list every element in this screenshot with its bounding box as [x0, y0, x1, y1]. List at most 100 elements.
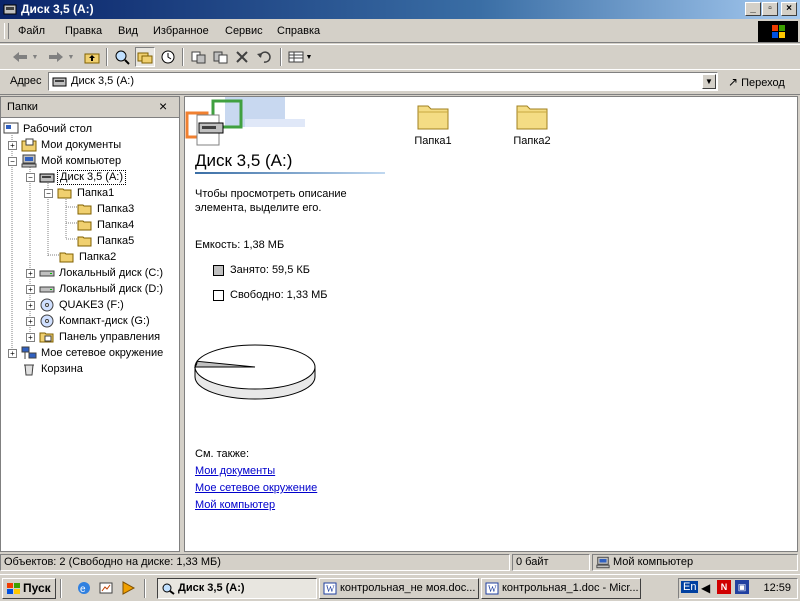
title-bar[interactable]: Диск 3,5 (A:) _ ▫ × — [0, 0, 800, 19]
delete-button[interactable] — [232, 47, 252, 67]
tree-item-floppy-a[interactable]: Диск 3,5 (A:) — [39, 169, 127, 185]
link-network[interactable]: Мое сетевое окружение — [195, 482, 317, 494]
disk-usage-pie — [194, 344, 316, 400]
tree-label: Папка4 — [97, 219, 135, 231]
tree-item-folder3[interactable]: Папка3 — [77, 201, 136, 217]
cd-drive-icon — [40, 298, 54, 312]
folder-label: Папка1 — [414, 135, 452, 147]
svg-text:e: e — [80, 584, 86, 595]
close-button[interactable]: × — [781, 2, 797, 16]
tree-label: Папка1 — [77, 187, 115, 199]
address-input[interactable]: Диск 3,5 (A:) ▼ — [48, 72, 718, 91]
expand-toggle[interactable]: + — [26, 301, 35, 310]
tree-item-drive-f[interactable]: QUAKE3 (F:) — [39, 297, 126, 313]
cd-drive-icon — [40, 314, 54, 328]
explorer-window-icon — [162, 583, 175, 595]
folder-icon — [77, 204, 92, 215]
menu-tools[interactable]: Сервис — [225, 25, 263, 37]
folder-label: Папка2 — [513, 135, 551, 147]
tree-label: Мое сетевое окружение — [41, 347, 164, 359]
views-button[interactable] — [286, 47, 306, 67]
copy-to-button[interactable] — [210, 47, 230, 67]
tree-item-folder1[interactable]: Папка1 — [57, 185, 116, 201]
clock[interactable]: 12:59 — [763, 582, 791, 594]
address-label: Адрес — [10, 75, 42, 87]
back-button[interactable] — [10, 47, 30, 67]
views-grid-icon — [288, 51, 304, 63]
word-document-icon: W — [485, 582, 499, 595]
tree-item-control-panel[interactable]: Панель управления — [39, 329, 162, 345]
forward-button[interactable] — [46, 47, 66, 67]
go-arrow-icon: ↗ — [728, 75, 739, 89]
tree-item-desktop[interactable]: Рабочий стол — [3, 121, 94, 137]
history-button[interactable] — [158, 47, 178, 67]
expand-toggle[interactable]: + — [8, 349, 17, 358]
address-value: Диск 3,5 (A:) — [71, 75, 135, 87]
media-player-icon[interactable] — [120, 580, 136, 599]
tree-item-folder5[interactable]: Папка5 — [77, 233, 136, 249]
minimize-button[interactable]: _ — [745, 2, 761, 16]
tree-item-drive-d[interactable]: Локальный диск (D:) — [39, 281, 165, 297]
back-dropdown[interactable]: ▼ — [30, 47, 40, 67]
folder-open-icon — [57, 188, 72, 199]
language-indicator[interactable]: En — [681, 581, 699, 593]
windows-flag-icon — [7, 583, 20, 594]
hard-drive-icon — [39, 286, 55, 293]
folder-item-folder2[interactable]: Папка2 — [502, 101, 562, 147]
collapse-toggle[interactable]: − — [8, 157, 17, 166]
menu-view[interactable]: Вид — [118, 25, 138, 37]
tree-item-folder2[interactable]: Папка2 — [59, 249, 118, 265]
menu-help[interactable]: Справка — [277, 25, 320, 37]
hint-text-line2: элемента, выделите его. — [195, 202, 322, 214]
antivirus-icon[interactable]: N — [717, 580, 731, 594]
forward-dropdown[interactable]: ▼ — [66, 47, 76, 67]
floppy-drive-icon — [52, 77, 67, 87]
status-zone-label: Мой компьютер — [613, 556, 694, 568]
tree-item-recycle-bin[interactable]: Корзина — [21, 361, 85, 377]
tree-item-my-computer[interactable]: Мой компьютер — [21, 153, 123, 169]
views-dropdown[interactable]: ▼ — [304, 47, 314, 67]
move-to-button[interactable] — [188, 47, 208, 67]
tree-item-drive-g[interactable]: Компакт-диск (G:) — [39, 313, 152, 329]
menu-file[interactable]: Файл — [18, 25, 45, 37]
tree-item-drive-c[interactable]: Локальный диск (C:) — [39, 265, 165, 281]
show-desktop-icon[interactable] — [98, 580, 114, 599]
menu-bar: Файл Правка Вид Избранное Сервис Справка — [0, 20, 800, 43]
expand-toggle[interactable]: + — [26, 269, 35, 278]
tree-item-network[interactable]: Мое сетевое окружение — [21, 345, 165, 361]
expand-toggle[interactable]: + — [8, 141, 17, 150]
maximize-button[interactable]: ▫ — [762, 2, 778, 16]
task-explorer[interactable]: Диск 3,5 (A:) — [157, 578, 317, 599]
expand-toggle[interactable]: + — [26, 317, 35, 326]
folders-button[interactable] — [135, 47, 155, 67]
task-word-2[interactable]: W контрольная_1.doc - Micr... — [481, 578, 641, 599]
menu-favorites[interactable]: Избранное — [153, 25, 209, 37]
folder-icon — [77, 236, 92, 247]
menu-grip — [4, 23, 9, 39]
search-button[interactable] — [112, 47, 132, 67]
ie-quicklaunch-icon[interactable]: e — [76, 580, 92, 599]
folder-item-folder1[interactable]: Папка1 — [403, 101, 463, 147]
collapse-toggle[interactable]: − — [44, 189, 53, 198]
link-my-computer[interactable]: Мой компьютер — [195, 499, 275, 511]
tree-item-folder4[interactable]: Папка4 — [77, 217, 136, 233]
floppy-drive-icon — [3, 4, 17, 15]
tree-label-selected: Диск 3,5 (A:) — [57, 170, 127, 185]
task-word-1[interactable]: W контрольная_не моя.doc... — [319, 578, 479, 599]
folder-large-icon — [516, 105, 548, 130]
tree-item-my-documents[interactable]: Мои документы — [21, 137, 123, 153]
network-tray-icon[interactable]: ▣ — [735, 580, 749, 594]
link-my-documents[interactable]: Мои документы — [195, 465, 275, 477]
expand-toggle[interactable]: + — [26, 285, 35, 294]
collapse-toggle[interactable]: − — [26, 173, 35, 182]
up-folder-button[interactable] — [82, 47, 102, 67]
start-button[interactable]: Пуск — [2, 578, 56, 599]
taskbar-separator — [60, 579, 62, 598]
menu-edit[interactable]: Правка — [65, 25, 102, 37]
go-button[interactable]: ↗ Переход — [728, 75, 785, 89]
undo-button[interactable] — [254, 47, 274, 67]
address-dropdown-button[interactable]: ▼ — [702, 74, 716, 89]
volume-icon[interactable]: ◀ — [701, 581, 710, 595]
expand-toggle[interactable]: + — [26, 333, 35, 342]
folder-large-icon — [417, 105, 449, 130]
